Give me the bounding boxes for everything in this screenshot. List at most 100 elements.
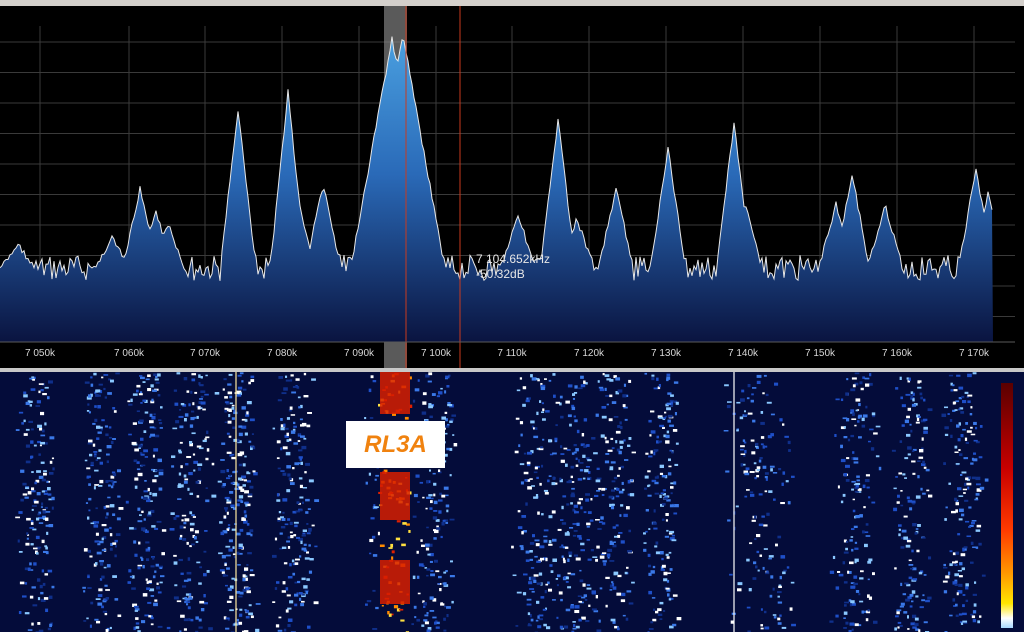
waterfall-pixel [127,581,132,584]
waterfall-pixel [618,532,623,534]
waterfall-pixel [520,546,524,551]
waterfall-pixel [155,563,159,567]
waterfall-pixel [522,403,526,407]
waterfall-pixel [674,463,679,466]
waterfall-pixel [276,493,280,497]
waterfall-pixel [775,543,778,547]
waterfall-pixel [196,445,202,448]
waterfall-pixel [143,518,146,521]
waterfall-pixel [563,447,568,450]
waterfall-pixel [287,618,293,622]
waterfall-pixel [101,419,105,422]
waterfall-pixel [900,504,904,507]
waterfall-pixel [431,497,434,500]
waterfall-pixel [852,384,856,388]
waterfall-pixel [548,439,552,443]
waterfall-display[interactable] [0,372,1024,632]
waterfall-pixel [193,536,197,540]
waterfall-pixel [972,619,977,623]
waterfall-pixel [97,405,101,409]
waterfall-pixel [561,522,567,525]
waterfall-pixel [666,556,670,559]
waterfall-pixel [958,583,963,587]
waterfall-pixel [144,456,149,458]
waterfall-pixel [83,620,87,622]
waterfall-pixel [963,457,969,460]
waterfall-pixel [30,543,34,546]
waterfall-pixel [665,440,670,444]
waterfall-pixel [283,387,288,391]
waterfall-pixel [768,490,773,493]
waterfall-pixel [557,528,562,531]
waterfall-pixel [667,472,672,476]
waterfall-pixel [539,545,545,549]
waterfall-pixel [249,418,255,422]
waterfall-pixel [416,575,420,579]
waterfall-pixel [869,428,874,431]
waterfall-pixel [29,595,34,599]
waterfall-pixel [232,471,236,474]
waterfall-pixel [949,419,953,422]
waterfall-pixel [954,573,960,577]
spectrum-display[interactable]: 7 104.652kHz -50.32dB [0,6,1024,368]
waterfall-pixel [595,558,599,562]
waterfall-pixel [740,445,745,448]
waterfall-pixel [219,521,223,524]
waterfall-pixel [452,434,455,436]
waterfall-pixel [515,417,520,420]
waterfall-pixel [190,417,195,421]
waterfall-pixel [865,383,870,387]
waterfall-pixel [663,571,668,576]
waterfall-pixel [158,469,164,472]
waterfall-pixel [916,549,920,553]
waterfall-pixel [647,494,652,497]
waterfall-pixel [788,449,791,452]
waterfall-pixel [446,385,450,388]
waterfall-pixel [239,613,243,616]
waterfall-pixel [525,502,528,506]
waterfall-pixel [650,410,655,413]
waterfall-pixel [115,372,120,375]
waterfall-pixel [24,496,29,499]
waterfall-pixel [437,583,441,585]
waterfall-pixel [850,434,855,438]
spectrum-svg [0,6,1015,368]
waterfall-pixel [228,588,232,591]
waterfall-pixel [756,468,760,472]
waterfall-pixel [289,521,293,526]
waterfall-pixel [652,565,656,569]
waterfall-pixel [607,548,613,552]
waterfall-pixel [286,594,291,597]
waterfall-pixel [246,471,249,474]
waterfall-pixel [589,519,594,522]
waterfall-pixel [972,546,977,549]
waterfall-pixel [623,383,627,387]
waterfall-pixel [31,490,36,493]
waterfall-pixel [846,457,850,460]
waterfall-pixel [522,386,527,390]
waterfall-pixel [854,490,859,493]
waterfall-pixel [520,433,523,437]
waterfall-pixel [94,469,99,472]
waterfall-pixel [602,373,605,376]
waterfall-pixel [849,561,854,565]
waterfall-pixel [605,440,609,444]
waterfall-pixel [577,501,581,505]
waterfall-pixel [146,587,151,590]
waterfall-pixel [572,523,577,525]
waterfall-pixel [549,564,553,567]
waterfall-pixel [250,379,255,383]
waterfall-pixel [559,395,563,399]
waterfall-pixel [752,419,756,423]
waterfall-pixel [777,601,783,604]
waterfall-pixel [572,627,577,630]
waterfall-pixel [232,553,236,556]
waterfall-pixel [648,564,652,568]
waterfall-pixel [952,561,957,564]
waterfall-pixel [660,492,665,495]
waterfall-pixel [652,618,657,622]
waterfall-pixel [246,480,251,483]
waterfall-pixel [945,575,950,579]
waterfall-pixel [648,628,654,630]
waterfall-pixel [847,438,851,442]
